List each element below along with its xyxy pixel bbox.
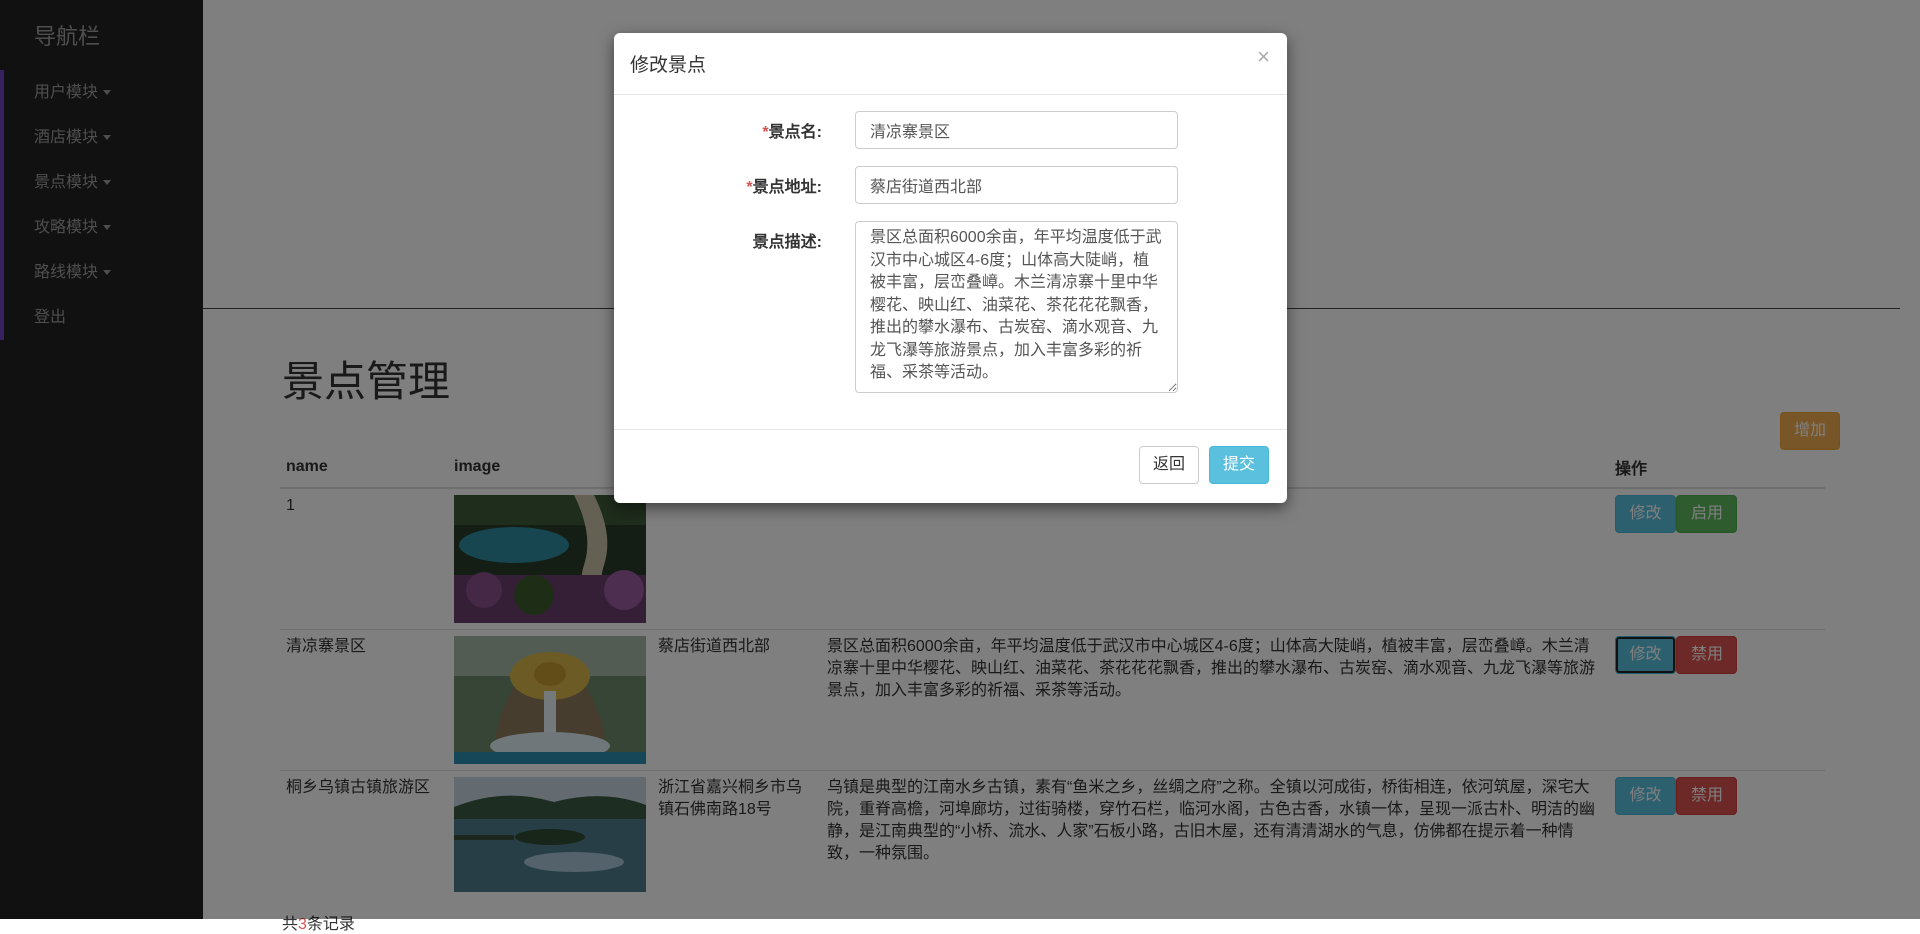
modal-title: 修改景点 [630, 55, 707, 76]
address-label: *景点地址: [746, 173, 822, 197]
back-button[interactable]: 返回 [1139, 446, 1199, 484]
address-input[interactable] [855, 166, 1178, 204]
name-label-text: 景点名: [768, 124, 822, 141]
modal-footer: 返回 提交 [614, 430, 1287, 504]
modal-body: *景点名: *景点地址: 景点描述: 景区总面积6000余亩，年平均温度低于武汉… [614, 95, 1287, 430]
name-label: *景点名: [762, 118, 822, 142]
address-label-text: 景点地址: [752, 179, 822, 196]
name-input[interactable] [855, 111, 1178, 149]
close-icon[interactable]: × [1257, 44, 1270, 70]
modal-header: 修改景点 × [614, 33, 1287, 95]
edit-scenic-modal: 修改景点 × *景点名: *景点地址: 景点描述: 景区总面积6000余亩，年平… [614, 33, 1287, 503]
description-textarea[interactable]: 景区总面积6000余亩，年平均温度低于武汉市中心城区4-6度；山体高大陡峭，植被… [855, 221, 1178, 393]
submit-button[interactable]: 提交 [1209, 446, 1269, 484]
description-label: 景点描述: [752, 234, 822, 251]
